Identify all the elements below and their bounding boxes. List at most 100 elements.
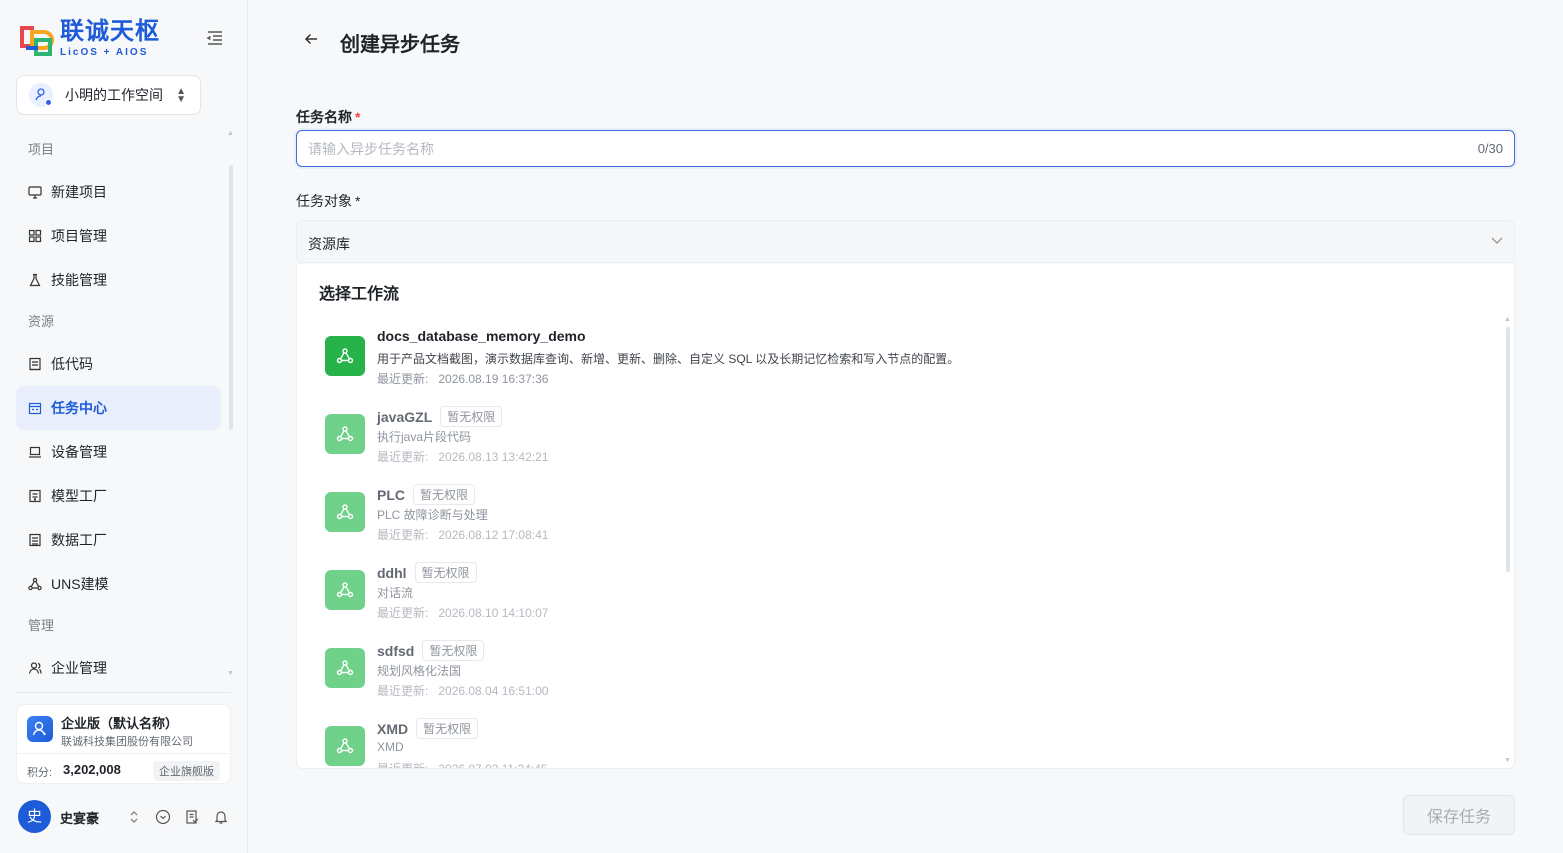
- workflow-item[interactable]: javaGZL 暂无权限执行java片段代码最近更新: 2026.08.13 13:…: [325, 400, 1485, 472]
- updated-time: 2026.08.19 16:37:36: [438, 372, 549, 386]
- sidebar-item-label: 技能管理: [51, 272, 107, 288]
- workflow-updated: 最近更新: 2026.08.13 13:42:21: [377, 448, 548, 465]
- workflow-list[interactable]: docs_database_memory_demo 用于产品文档截图，演示数据库查…: [297, 322, 1497, 769]
- user-actions: [124, 807, 240, 827]
- organization-card[interactable]: 企业版（默认名称） 联诚科技集团股份有限公司 积分: 3,202,008 企业旗…: [16, 704, 231, 784]
- organization-company: 联诚科技集团股份有限公司: [61, 736, 193, 748]
- logo: 联诚天枢 LicOS + AIOS: [16, 18, 160, 58]
- network-icon: [28, 577, 42, 591]
- sidebar-item-label: 任务中心: [51, 400, 107, 416]
- workflow-description: 执行java片段代码: [377, 430, 472, 444]
- updated-label: 最近更新:: [377, 684, 429, 698]
- monitor-icon: [28, 185, 42, 199]
- workflow-icon: [325, 336, 365, 376]
- workflow-item[interactable]: PLC 暂无权限 PLC 故障诊断与处理最近更新: 2026.08.12 17:08:…: [325, 478, 1485, 550]
- no-permission-badge: 暂无权限: [416, 718, 479, 739]
- user-name: 史宴豪: [60, 811, 100, 826]
- task-target-label: 任务对象 *: [296, 191, 360, 211]
- required-mark: *: [355, 109, 361, 125]
- sidebar-item-new-project[interactable]: 新建项目: [16, 170, 221, 214]
- workflow-icon: [325, 570, 365, 610]
- help-circle-icon[interactable]: [153, 807, 173, 827]
- workflow-scroll-down-icon[interactable]: ▼: [1504, 757, 1511, 764]
- updated-time: 2026.08.04 16:51:00: [438, 684, 549, 698]
- task-name-label-text: 任务名称: [296, 109, 352, 125]
- sidebar-item-label: 企业管理: [51, 660, 107, 676]
- char-counter: 0/30: [1477, 141, 1503, 156]
- sidebar-item-data-factory[interactable]: 数据工厂: [16, 518, 221, 562]
- updated-time: 2026.07.02 11:24:45: [438, 762, 548, 769]
- save-task-button[interactable]: 保存任务: [1403, 795, 1515, 835]
- model-icon: [28, 489, 42, 503]
- points-value: 3,202,008: [63, 762, 121, 777]
- nav-section-title: 资源: [28, 314, 55, 329]
- workflow-name: ddhl 暂无权限: [377, 562, 477, 583]
- sidebar-item-skill-management[interactable]: 技能管理: [16, 258, 221, 302]
- workflow-scrollbar[interactable]: [1506, 327, 1510, 572]
- updated-label: 最近更新:: [377, 762, 429, 769]
- back-arrow-icon[interactable]: [300, 28, 322, 50]
- task-target-value: 资源库: [308, 236, 350, 252]
- task-name-label: 任务名称 *: [296, 107, 360, 127]
- organization-icon: [27, 716, 53, 742]
- task-name-input[interactable]: [297, 131, 1437, 166]
- avatar[interactable]: 史: [18, 800, 51, 833]
- task-target-select[interactable]: 资源库: [296, 220, 1515, 263]
- workflow-name: javaGZL 暂无权限: [377, 406, 503, 427]
- logo-mark-icon: [16, 18, 54, 58]
- bell-icon[interactable]: [211, 807, 231, 827]
- workflow-name-text: javaGZL: [377, 409, 433, 425]
- document-icon[interactable]: [182, 807, 202, 827]
- workflow-icon: [325, 726, 365, 766]
- workflow-item[interactable]: docs_database_memory_demo 用于产品文档截图，演示数据库查…: [325, 322, 1485, 394]
- sidebar-item-device-management[interactable]: 设备管理: [16, 430, 221, 474]
- workflow-updated: 最近更新: 2026.08.12 17:08:41: [377, 526, 548, 543]
- updated-time: 2026.08.10 14:10:07: [438, 606, 549, 620]
- nav-scroll-down-icon[interactable]: ▼: [227, 670, 234, 677]
- workflow-updated: 最近更新: 2026.08.19 16:37:36: [377, 370, 548, 387]
- no-permission-badge: 暂无权限: [422, 640, 485, 661]
- nav-scrollbar[interactable]: [229, 165, 233, 430]
- data-icon: [28, 533, 42, 547]
- workspace-switcher[interactable]: 小明的工作空间 ▲ ▼: [16, 75, 201, 115]
- switch-user-icon[interactable]: [124, 807, 144, 827]
- no-permission-badge: 暂无权限: [440, 406, 503, 427]
- sidebar-item-label: 模型工厂: [51, 488, 107, 504]
- workflow-scroll-up-icon[interactable]: ▲: [1504, 316, 1511, 323]
- workflow-description: XMD: [377, 740, 404, 754]
- edition-badge: 企业旗舰版: [153, 761, 220, 781]
- sidebar-item-project-management[interactable]: 项目管理: [16, 214, 221, 258]
- divider: [17, 753, 230, 754]
- updated-label: 最近更新:: [377, 606, 429, 620]
- brand-title: 联诚天枢: [60, 17, 160, 45]
- laptop-icon: [28, 445, 42, 459]
- brand-subtitle: LicOS + AIOS: [60, 46, 149, 58]
- workflow-description: PLC 故障诊断与处理: [377, 508, 488, 522]
- nav-scroll-up-icon[interactable]: ▲: [227, 130, 234, 137]
- updated-label: 最近更新:: [377, 450, 429, 464]
- organization-name: 企业版（默认名称）: [61, 716, 179, 731]
- workflow-name-text: sdfsd: [377, 643, 415, 659]
- workflow-updated: 最近更新: 2026.08.10 14:10:07: [377, 604, 548, 621]
- sidebar-item-uns-modeling[interactable]: UNS建模: [16, 562, 221, 606]
- updated-time: 2026.08.12 17:08:41: [438, 528, 549, 542]
- workflow-panel-title: 选择工作流: [319, 286, 400, 303]
- workflow-name-text: ddhl: [377, 565, 407, 581]
- task-name-field[interactable]: 0/30: [296, 130, 1515, 167]
- workflow-description: 用于产品文档截图，演示数据库查询、新增、更新、删除、自定义 SQL 以及长期记忆…: [377, 352, 960, 366]
- workflow-item[interactable]: ddhl 暂无权限 对话流 最近更新: 2026.08.10 14:10:07: [325, 556, 1485, 628]
- sidebar-item-low-code[interactable]: 低代码: [16, 342, 221, 386]
- sidebar-item-enterprise-management[interactable]: 企业管理: [16, 646, 221, 690]
- workflow-item[interactable]: sdfsd 暂无权限 规划风格化法国 最近更新: 2026.08.04 16:51:00: [325, 634, 1485, 706]
- sidebar-item-task-center[interactable]: 任务中心: [16, 386, 221, 430]
- sidebar: 联诚天枢 LicOS + AIOS 小明的工作空间 ▲ ▼ ▲ ▼ 项目 新建项目…: [0, 0, 248, 853]
- no-permission-badge: 暂无权限: [413, 484, 476, 505]
- sidebar-nav: 项目 新建项目 项目管理 技能管理 资源 低代码 任务中心 设备管理 模型工厂: [16, 130, 221, 690]
- sidebar-item-model-factory[interactable]: 模型工厂: [16, 474, 221, 518]
- workflow-item[interactable]: XMD 暂无权限 XMD 最近更新: 2026.07.02 11:24:45: [325, 712, 1485, 769]
- updated-label: 最近更新:: [377, 372, 429, 386]
- workflow-name: PLC 暂无权限: [377, 484, 476, 505]
- list-icon: [28, 357, 42, 371]
- workflow-panel: 选择工作流 docs_database_memory_demo 用于产品文档截图，…: [296, 264, 1515, 769]
- collapse-sidebar-icon[interactable]: [205, 28, 225, 48]
